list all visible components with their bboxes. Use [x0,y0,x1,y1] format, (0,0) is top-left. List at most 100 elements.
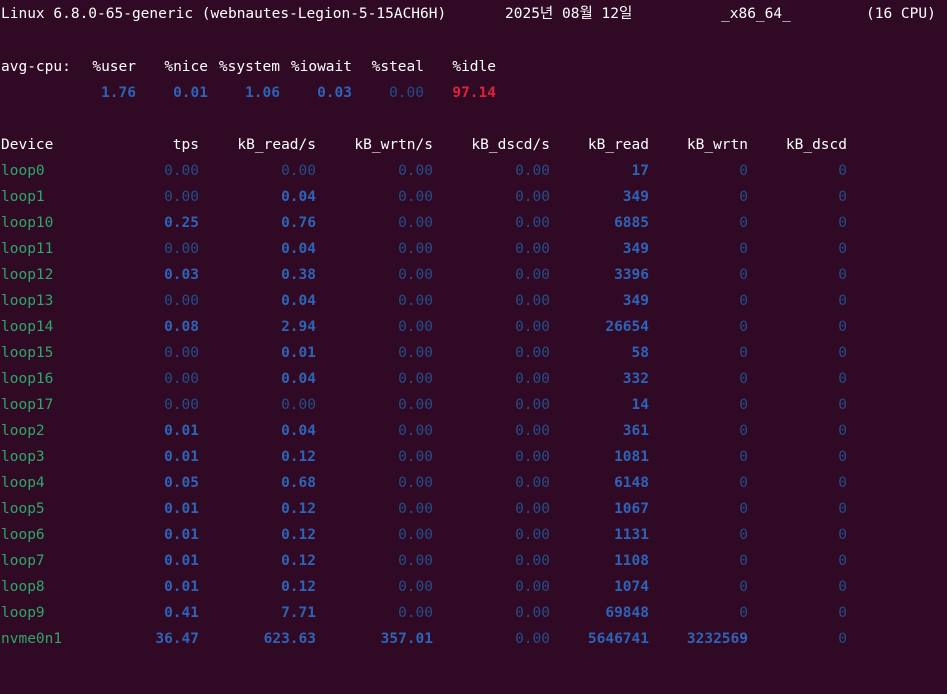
device-cell-tps: 0.01 [164,527,199,543]
device-row: loop5 0.01 0.12 0.00 0.00 1067 0 0 [1,499,947,519]
device-cell-kb-read: 349 [622,241,649,257]
cpu-system-value: 1.06 [245,85,280,101]
device-cell-kb-wrtn: 0 [739,189,748,205]
device-cell-kb-read-s: 0.01 [281,345,316,361]
device-cell-kb-dscd: 0 [838,189,847,205]
device-cell-kb-wrtn: 0 [739,579,748,595]
device-row: loop6 0.01 0.12 0.00 0.00 1131 0 0 [1,525,947,545]
device-cell-kb-wrtn-s: 0.00 [398,371,433,387]
device-cell-kb-read: 349 [622,293,649,309]
device-cell-kb-wrtn-s: 0.00 [398,215,433,231]
device-cell-kb-read: 1074 [614,579,649,595]
device-cell-kb-dscd: 0 [838,397,847,413]
system-info-line: Linux 6.8.0-65-generic (webnautes-Legion… [1,4,947,24]
device-cell-device: loop10 [1,215,54,231]
device-cell-kb-read-s: 0.04 [281,293,316,309]
device-cell-device: loop0 [1,163,45,179]
device-row: loop8 0.01 0.12 0.00 0.00 1074 0 0 [1,577,947,597]
device-cell-kb-dscd: 0 [838,527,847,543]
device-cell-device: loop7 [1,553,45,569]
device-cell-tps: 0.41 [164,605,199,621]
device-cell-kb-dscd-s: 0.00 [515,267,550,283]
device-header-device: Device [1,137,54,153]
device-row: loop12 0.03 0.38 0.00 0.00 3396 0 0 [1,265,947,285]
device-row: loop11 0.00 0.04 0.00 0.00 349 0 0 [1,239,947,259]
device-cell-kb-dscd: 0 [838,319,847,335]
device-row: loop9 0.41 7.71 0.00 0.00 69848 0 0 [1,603,947,623]
device-cell-kb-dscd: 0 [838,449,847,465]
device-cell-kb-dscd-s: 0.00 [515,553,550,569]
device-cell-device: loop3 [1,449,45,465]
device-cell-device: loop8 [1,579,45,595]
cpu-header-nice: %nice [164,59,208,75]
device-cell-kb-read-s: 0.04 [281,241,316,257]
device-row: loop16 0.00 0.04 0.00 0.00 332 0 0 [1,369,947,389]
device-cell-kb-wrtn-s: 0.00 [398,553,433,569]
device-cell-tps: 0.01 [164,449,199,465]
device-cell-kb-read-s: 0.68 [281,475,316,491]
device-row: loop17 0.00 0.00 0.00 0.00 14 0 0 [1,395,947,415]
device-cell-kb-read-s: 0.04 [281,189,316,205]
device-cell-kb-dscd-s: 0.00 [515,397,550,413]
device-cell-kb-read-s: 0.12 [281,579,316,595]
device-cell-kb-dscd: 0 [838,163,847,179]
cpu-header-idle: %idle [452,59,496,75]
device-cell-kb-dscd-s: 0.00 [515,605,550,621]
device-cell-device: loop12 [1,267,54,283]
device-cell-kb-wrtn-s: 0.00 [398,293,433,309]
device-cell-kb-wrtn: 0 [739,293,748,309]
device-cell-kb-dscd: 0 [838,579,847,595]
device-row: loop3 0.01 0.12 0.00 0.00 1081 0 0 [1,447,947,467]
cpu-steal-value: 0.00 [389,85,424,101]
device-cell-kb-wrtn-s: 0.00 [398,527,433,543]
device-row: nvme0n1 36.47 623.63 357.01 0.00 5646741 32325… [1,629,947,649]
device-cell-kb-read: 14 [631,397,649,413]
device-cell-tps: 0.01 [164,501,199,517]
device-cell-kb-dscd-s: 0.00 [515,631,550,647]
device-cell-kb-dscd-s: 0.00 [515,527,550,543]
device-cell-device: loop13 [1,293,54,309]
device-cell-kb-read: 6148 [614,475,649,491]
device-cell-kb-wrtn-s: 0.00 [398,189,433,205]
device-cell-device: loop2 [1,423,45,439]
device-cell-device: loop14 [1,319,54,335]
device-cell-kb-read-s: 0.76 [281,215,316,231]
device-cell-device: loop4 [1,475,45,491]
device-cell-tps: 0.08 [164,319,199,335]
cpu-count: (16 CPU) [866,6,936,22]
device-cell-kb-dscd: 0 [838,345,847,361]
device-cell-kb-dscd: 0 [838,553,847,569]
device-cell-kb-dscd: 0 [838,631,847,647]
cpu-idle-value: 97.14 [452,85,496,101]
device-cell-kb-dscd: 0 [838,501,847,517]
device-cell-kb-read: 3396 [614,267,649,283]
terminal-window[interactable]: Linux 6.8.0-65-generic (webnautes-Legion… [0,0,947,694]
device-cell-device: loop11 [1,241,54,257]
device-cell-tps: 0.25 [164,215,199,231]
device-cell-tps: 0.05 [164,475,199,491]
device-header-kb-read: kB_read [587,137,649,153]
device-cell-kb-read: 332 [622,371,649,387]
device-cell-kb-read-s: 7.71 [281,605,316,621]
device-cell-kb-wrtn-s: 357.01 [380,631,433,647]
device-cell-kb-read-s: 0.00 [281,397,316,413]
device-row: loop14 0.08 2.94 0.00 0.00 26654 0 0 [1,317,947,337]
device-cell-kb-dscd: 0 [838,267,847,283]
device-cell-tps: 0.00 [164,371,199,387]
device-cell-kb-read: 5646741 [587,631,649,647]
cpu-values-row: 1.76 0.01 1.06 0.03 0.00 97.14 [1,83,947,103]
device-cell-kb-wrtn: 0 [739,475,748,491]
device-row: loop2 0.01 0.04 0.00 0.00 361 0 0 [1,421,947,441]
device-cell-kb-dscd: 0 [838,423,847,439]
device-cell-device: nvme0n1 [1,631,63,647]
device-header-row: Device tps kB_read/s kB_wrtn/s kB_dscd/s… [1,135,947,155]
device-cell-kb-dscd: 0 [838,371,847,387]
device-cell-kb-read: 58 [631,345,649,361]
kernel-info: Linux 6.8.0-65-generic (webnautes-Legion… [1,6,447,22]
architecture: _x86_64_ [721,6,791,22]
device-cell-kb-wrtn: 0 [739,345,748,361]
device-cell-kb-wrtn-s: 0.00 [398,397,433,413]
device-cell-kb-read: 69848 [605,605,649,621]
device-cell-kb-read: 1131 [614,527,649,543]
cpu-header-user: %user [92,59,136,75]
